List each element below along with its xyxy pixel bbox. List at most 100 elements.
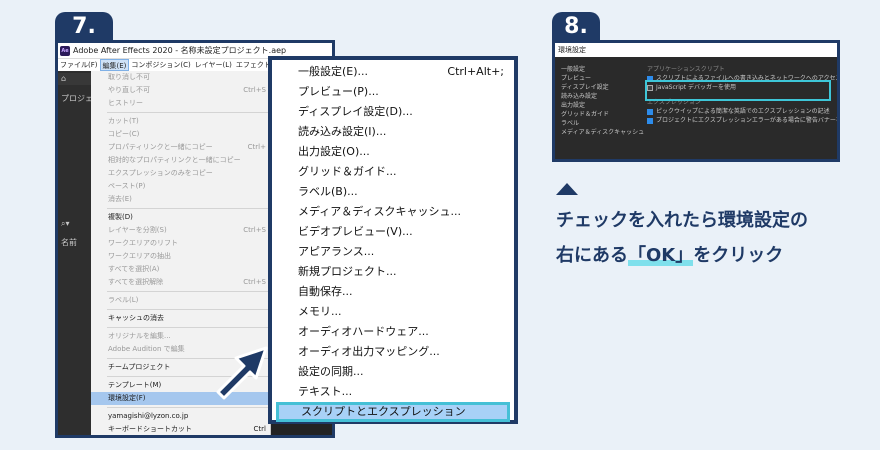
menu-item-shortcut: Ctrl+Alt+; [447, 65, 504, 78]
menu-item-label: メディア＆ディスクキャッシュ... [298, 205, 461, 218]
preferences-dialog-screenshot: 環境設定 一般設定 プレビュー ディスプレイ設定 読み込み設定 出力設定 グリッド＆ガイド… [552, 40, 840, 162]
edit-menu-item[interactable]: カット(T) [91, 115, 270, 128]
preferences-menu-item[interactable]: ビデオプレビュー(V)... [272, 222, 514, 242]
project-panel: ⌂ プロジェ ⌕▾ 名前 [58, 71, 93, 435]
instruction-pre: 右にある [556, 245, 628, 266]
prefs-sidebar-item[interactable]: 一般設定 [561, 65, 641, 74]
instruction-post: をクリック [693, 245, 784, 266]
edit-menu-item[interactable]: ワークエリアのリフト [91, 237, 270, 250]
menu-separator [107, 208, 270, 209]
edit-menu-item[interactable]: プロパティリンクと一緒にコピー Ctrl+ [91, 141, 270, 154]
edit-menu-item[interactable]: ラベル(L) [91, 294, 270, 307]
section-app-scripts: アプリケーションスクリプト [647, 66, 725, 73]
name-column-label: 名前 [61, 238, 77, 247]
preferences-menu-item[interactable]: 自動保存... [272, 282, 514, 302]
edit-menu-item[interactable]: 複製(D) [91, 211, 270, 224]
menu-separator [107, 112, 270, 113]
menu-item-label: 複製(D) [108, 213, 133, 221]
prefs-sidebar-item[interactable]: ディスプレイ設定 [561, 83, 641, 92]
preferences-menu-item[interactable]: ラベル(B)... [272, 182, 514, 202]
preferences-menu-item[interactable]: メモリ... [272, 302, 514, 322]
prefs-sidebar-item[interactable]: 出力設定 [561, 101, 641, 110]
preferences-menu-item[interactable]: メディア＆ディスクキャッシュ... [272, 202, 514, 222]
error-banner-label: プロジェクトにエクスプレッションエラーがある場合に警告バナーを表示 [656, 117, 840, 124]
edit-menu-item[interactable]: エクスプレッションのみをコピー [91, 167, 270, 180]
step-7-badge: 7. [55, 12, 113, 42]
menu-item-shortcut: Ctrl+ [247, 143, 266, 151]
menu-item-label: すべてを選択(A) [108, 265, 160, 273]
edit-menu-item[interactable]: キャッシュの消去 [91, 312, 270, 325]
edit-menu-item[interactable]: ペースト(P) [91, 180, 270, 193]
menu-item-label: スクリプトとエクスプレッション [301, 405, 466, 418]
preferences-menu-item[interactable]: 一般設定(E)... Ctrl+Alt+; [272, 62, 514, 82]
error-banner-option[interactable]: プロジェクトにエクスプレッションエラーがある場合に警告バナーを表示 [647, 116, 837, 125]
preferences-menu-item[interactable]: グリッド＆ガイド... [272, 162, 514, 182]
menu-item-label: プレビュー(P)... [298, 85, 379, 98]
menu-item-label: チームプロジェクト [108, 363, 171, 371]
edit-menu-item[interactable]: コピー(C) [91, 128, 270, 141]
preferences-menu-item[interactable]: 設定の同期... [272, 362, 514, 382]
menu-item-label: Adobe Audition で編集 [108, 345, 185, 353]
prefs-sidebar-item[interactable]: プレビュー [561, 74, 641, 83]
checkbox-checked-icon[interactable] [647, 108, 653, 115]
edit-menu-item[interactable]: 取り消し不可 [91, 71, 270, 84]
window-title: Adobe After Effects 2020 - 名称未設定プロジェクト.a… [73, 46, 287, 55]
edit-menu-item[interactable]: すべてを選択解除 Ctrl+S [91, 276, 270, 289]
checkbox-checked-icon[interactable] [647, 117, 653, 124]
menu-item-label: 取り消し不可 [108, 73, 150, 81]
highlight-box [645, 80, 831, 101]
pickwhip-option[interactable]: ピックウイップによる簡潔な英語でのエクスプレッションの記述 [647, 107, 837, 116]
menu-item-label: オーディオハードウェア... [298, 325, 429, 338]
edit-menu-item[interactable]: 消去(E) [91, 193, 270, 206]
ok-button-reference: 「OK」 [628, 245, 694, 266]
menu-item-label: カット(T) [108, 117, 139, 125]
prefs-sidebar-item[interactable]: グリッド＆ガイド [561, 110, 641, 119]
menu-item-label: メモリ... [298, 305, 342, 318]
scripts-expressions-menu-item[interactable]: スクリプトとエクスプレッション [276, 402, 510, 422]
home-icon[interactable]: ⌂ [61, 74, 66, 83]
menu-item-label: Paste Mocha mask [108, 436, 173, 438]
menu-item-shortcut: Ctrl [253, 425, 266, 433]
instruction-line-2: 右にある「OK」をクリック [556, 241, 783, 267]
menu-item-label: ヒストリー [108, 99, 143, 107]
preferences-menu-item[interactable]: アピアランス... [272, 242, 514, 262]
menu-item-label: 設定の同期... [298, 365, 364, 378]
prefs-sidebar-item[interactable]: メディア＆ディスクキャッシュ [561, 128, 644, 137]
pointer-arrow-icon [216, 346, 268, 400]
step-8-badge: 8. [552, 12, 600, 42]
preferences-menu-item[interactable]: テキスト... [272, 382, 514, 402]
project-panel-label: プロジェ [61, 94, 93, 103]
edit-menu-item[interactable]: ヒストリー [91, 97, 270, 110]
prefs-title: 環境設定 [555, 43, 837, 57]
preferences-menu-item[interactable]: ディスプレイ設定(D)... [272, 102, 514, 122]
prefs-sidebar-item[interactable]: ラベル [561, 119, 641, 128]
edit-menu-item[interactable]: レイヤーを分割(S) Ctrl+S [91, 224, 270, 237]
menubar-item[interactable]: コンポジション(C) [129, 59, 192, 71]
menu-item-shortcut: Ctrl+S [243, 278, 266, 286]
preferences-menu-item[interactable]: 読み込み設定(I)... [272, 122, 514, 142]
menu-item-label: ペースト(P) [108, 182, 146, 190]
preferences-menu-item[interactable]: 新規プロジェクト... [272, 262, 514, 282]
menu-item-label: アピアランス... [298, 245, 375, 258]
menu-item-label: ディスプレイ設定(D)... [298, 105, 413, 118]
edit-menu-item[interactable]: yamagishi@lyzon.co.jp [91, 410, 270, 423]
edit-menu-item[interactable]: キーボードショートカット Ctrl [91, 423, 270, 435]
preferences-menu-item[interactable]: プレビュー(P)... [272, 82, 514, 102]
menubar-item[interactable]: 編集(E) [99, 59, 130, 71]
preferences-menu-item[interactable]: 出力設定(O)... [272, 142, 514, 162]
prefs-sidebar-item[interactable]: 読み込み設定 [561, 92, 641, 101]
preferences-menu-item[interactable]: オーディオ出力マッピング... [272, 342, 514, 362]
edit-menu-item[interactable]: やり直し不可 Ctrl+S [91, 84, 270, 97]
edit-menu-item[interactable]: Paste Mocha mask [91, 436, 270, 438]
search-icon[interactable]: ⌕▾ [61, 219, 70, 229]
menu-item-label: オーディオ出力マッピング... [298, 345, 440, 358]
edit-menu-item[interactable]: 相対的なプロパティリンクと一緒にコピー [91, 154, 270, 167]
menu-separator [107, 407, 270, 408]
menu-item-label: ラベル(L) [108, 296, 139, 304]
edit-menu-item[interactable]: すべてを選択(A) [91, 263, 270, 276]
menubar-item[interactable]: ファイル(F) [58, 59, 100, 71]
instruction-line-1: チェックを入れたら環境設定の [556, 210, 808, 231]
edit-menu-item[interactable]: ワークエリアの抽出 [91, 250, 270, 263]
preferences-menu-item[interactable]: オーディオハードウェア... [272, 322, 514, 342]
menubar-item[interactable]: レイヤー(L) [193, 59, 234, 71]
